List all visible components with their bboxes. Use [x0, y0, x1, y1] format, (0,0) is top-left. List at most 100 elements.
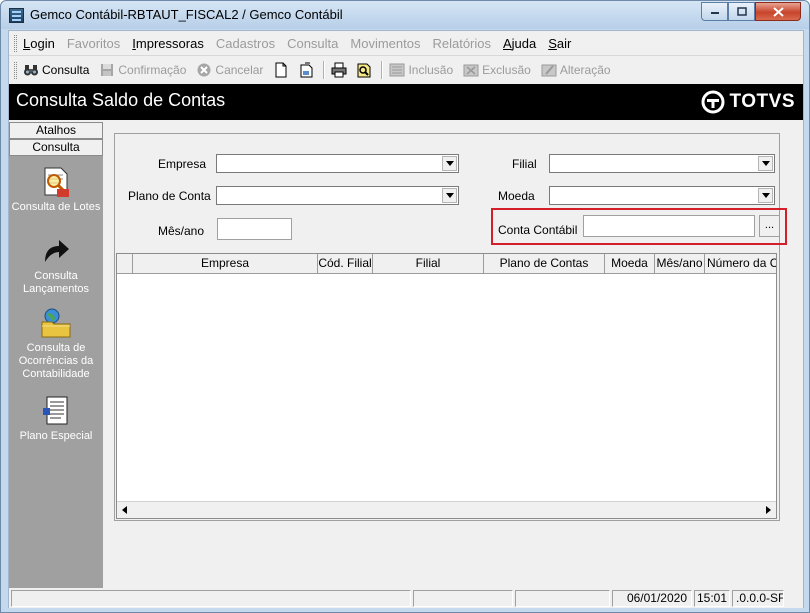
export-button[interactable] — [298, 62, 317, 78]
title-bar[interactable]: Gemco Contábil-RBTAUT_FISCAL2 / Gemco Co… — [1, 1, 809, 29]
alteracao-label: Alteração — [559, 63, 611, 77]
totvs-logo-text: TOTVS — [729, 91, 795, 112]
binoculars-icon — [23, 62, 39, 78]
menu-sair[interactable]: Sair — [548, 36, 571, 51]
status-time: 15:01 — [694, 589, 730, 607]
grid-header: Empresa Cód. Filial Filial Plano de Cont… — [117, 254, 776, 274]
grid-col-plano-contas[interactable]: Plano de Contas — [484, 254, 605, 274]
conta-lookup-button[interactable]: ... — [759, 215, 780, 237]
mesano-input[interactable] — [217, 218, 292, 240]
export-document-icon — [298, 62, 314, 78]
menu-movimentos[interactable]: Movimentos — [350, 36, 420, 51]
status-bar: 06/01/2020 15:01 .0.0.0-SF — [9, 588, 803, 608]
chevron-down-icon[interactable] — [442, 156, 457, 171]
curved-arrow-icon — [45, 240, 69, 262]
status-date: 06/01/2020 — [612, 589, 692, 607]
plano-label: Plano de Conta — [128, 189, 211, 203]
menu-grip — [14, 34, 17, 52]
menu-consulta[interactable]: Consulta — [287, 36, 338, 51]
new-document-button[interactable] — [273, 62, 292, 78]
inclusao-label: Inclusão — [408, 63, 454, 77]
cancelar-label: Cancelar — [215, 63, 264, 77]
minimize-button[interactable] — [701, 2, 728, 21]
alteracao-button[interactable]: Alteração — [541, 62, 611, 78]
scroll-left-icon[interactable] — [122, 506, 127, 514]
grid-col-selector[interactable] — [117, 254, 133, 274]
shortcut-consulta-ocorrencias[interactable]: Consulta de Ocorrências da Contabilidade — [9, 306, 103, 381]
toolbar-separator-2 — [381, 61, 384, 79]
window-controls — [701, 2, 801, 21]
shortcut-consulta-ocorrencias-label: Consulta de Ocorrências da Contabilidade — [18, 342, 94, 380]
document-search-icon — [356, 62, 372, 78]
save-icon — [99, 62, 115, 78]
document-magnifier-icon — [44, 167, 69, 197]
grid-col-mesano[interactable]: Mês/ano — [655, 254, 705, 274]
shortcut-consulta-lancamentos-label: Consulta Lançamentos — [22, 270, 90, 295]
shortcut-consulta-lotes[interactable]: Consulta de Lotes — [9, 165, 103, 214]
menu-impressoras[interactable]: Impressoras — [132, 36, 204, 51]
print-button[interactable] — [331, 62, 350, 78]
cancel-icon — [196, 62, 212, 78]
chevron-down-icon[interactable] — [442, 188, 457, 203]
horizontal-scrollbar[interactable] — [117, 501, 776, 518]
app-window: Gemco Contábil-RBTAUT_FISCAL2 / Gemco Co… — [0, 0, 810, 613]
tab-consulta[interactable]: Consulta — [9, 139, 103, 156]
scroll-right-icon[interactable] — [766, 506, 771, 514]
grid-col-numero[interactable]: Número da Co — [705, 254, 776, 274]
inclusao-icon — [389, 62, 405, 78]
results-grid[interactable]: Empresa Cód. Filial Filial Plano de Cont… — [116, 253, 777, 519]
shortcut-consulta-lancamentos[interactable]: Consulta Lançamentos — [9, 234, 103, 296]
conta-contabil-label: Conta Contábil — [498, 223, 578, 237]
minimize-icon — [710, 11, 719, 14]
sidebar: Atalhos Consulta Consulta de Lotes Consu… — [9, 122, 103, 589]
plano-select[interactable] — [216, 186, 459, 205]
edit-search-button[interactable] — [356, 62, 375, 78]
totvs-logo-icon — [701, 90, 724, 114]
filial-select[interactable] — [549, 154, 775, 173]
toolbar-grip — [14, 61, 17, 79]
shortcut-consulta-lotes-label: Consulta de Lotes — [11, 201, 101, 213]
menu-cadastros[interactable]: Cadastros — [216, 36, 275, 51]
status-panel-empty-2 — [515, 589, 610, 607]
menu-relatorios[interactable]: Relatórios — [432, 36, 491, 51]
conta-contabil-highlight: Conta Contábil ... — [491, 208, 787, 245]
menu-login[interactable]: Login — [23, 36, 55, 51]
status-panel-main — [11, 589, 411, 607]
grid-col-moeda[interactable]: Moeda — [605, 254, 655, 274]
menu-favoritos[interactable]: Favoritos — [67, 36, 120, 51]
grid-col-empresa[interactable]: Empresa — [133, 254, 318, 274]
menu-bar: Login Favoritos Impressoras Cadastros Co… — [9, 31, 803, 56]
moeda-label: Moeda — [498, 189, 535, 203]
conta-contabil-input[interactable] — [583, 215, 755, 237]
inclusao-button[interactable]: Inclusão — [389, 62, 453, 78]
shortcut-plano-especial[interactable]: Plano Especial — [9, 394, 103, 443]
totvs-logo: TOTVS — [701, 90, 796, 114]
printer-icon — [331, 62, 347, 78]
maximize-button[interactable] — [728, 2, 755, 21]
close-button[interactable] — [755, 2, 801, 21]
exclusao-icon — [463, 62, 479, 78]
consulta-button[interactable]: Consulta — [23, 62, 89, 78]
window-title: Gemco Contábil-RBTAUT_FISCAL2 / Gemco Co… — [30, 7, 343, 22]
app-icon — [9, 8, 24, 23]
confirmacao-label: Confirmação — [118, 63, 187, 77]
main-panel: Empresa Filial Plano de Conta Moeda Mês/… — [114, 133, 787, 521]
chevron-down-icon[interactable] — [758, 156, 773, 171]
tab-atalhos[interactable]: Atalhos — [9, 122, 103, 139]
grid-col-filial[interactable]: Filial — [373, 254, 484, 274]
close-icon — [772, 6, 784, 17]
cancelar-button[interactable]: Cancelar — [196, 62, 263, 78]
grid-col-cod-filial[interactable]: Cód. Filial — [318, 254, 373, 274]
chevron-down-icon[interactable] — [758, 188, 773, 203]
moeda-select[interactable] — [549, 186, 775, 205]
exclusao-label: Exclusão — [482, 63, 531, 77]
new-document-icon — [273, 62, 289, 78]
empresa-label: Empresa — [158, 157, 207, 171]
exclusao-button[interactable]: Exclusão — [463, 62, 531, 78]
menu-ajuda[interactable]: Ajuda — [503, 36, 536, 51]
client-area: Login Favoritos Impressoras Cadastros Co… — [8, 30, 804, 608]
toolbar-separator — [323, 61, 326, 79]
notepad-icon — [43, 396, 68, 425]
empresa-select[interactable] — [216, 154, 459, 173]
confirmacao-button[interactable]: Confirmação — [99, 62, 186, 78]
